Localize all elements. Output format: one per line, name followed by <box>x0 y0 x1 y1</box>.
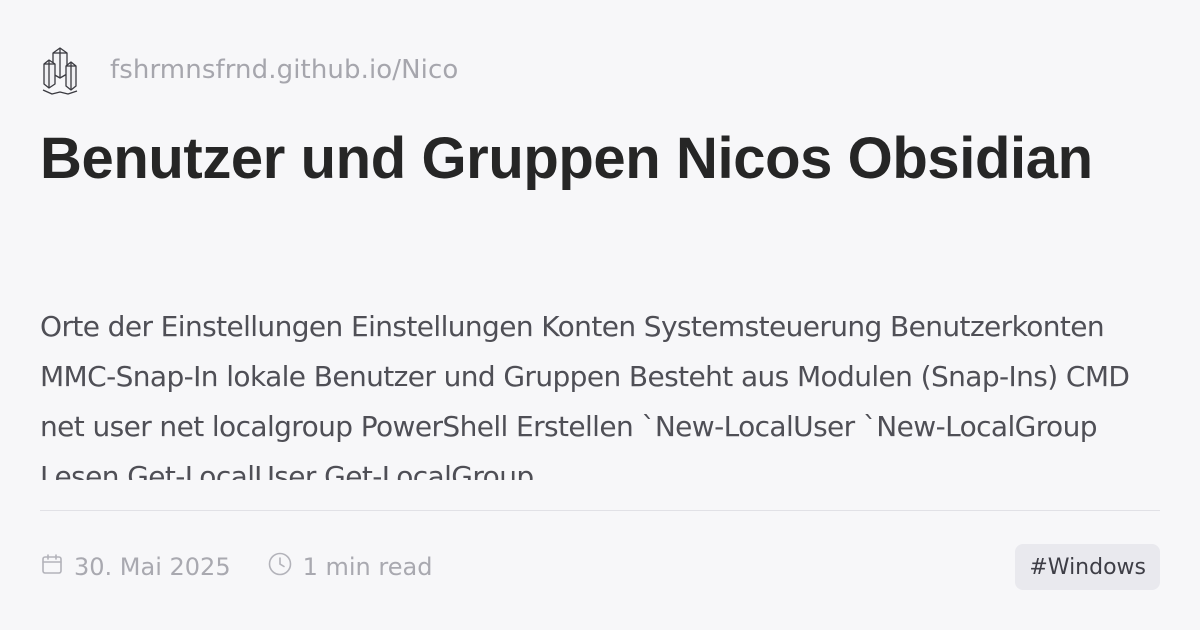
og-card: fshrmnsfrnd.github.io/Nico Benutzer und … <box>0 0 1200 630</box>
post-date: 30. Mai 2025 <box>40 552 231 582</box>
calendar-icon <box>40 552 74 582</box>
read-time: 1 min read <box>267 551 433 583</box>
site-url[interactable]: fshrmnsfrnd.github.io/Nico <box>110 55 458 85</box>
excerpt-container: Orte der Einstellungen Einstellungen Kon… <box>40 302 1160 480</box>
meta-row: 30. Mai 2025 1 min read #Windows <box>40 544 1160 590</box>
site-header: fshrmnsfrnd.github.io/Nico <box>40 40 1160 100</box>
crystal-icon <box>40 40 80 100</box>
tag-windows[interactable]: #Windows <box>1015 544 1160 590</box>
divider <box>40 510 1160 511</box>
post-excerpt: Orte der Einstellungen Einstellungen Kon… <box>40 310 1130 480</box>
clock-icon <box>267 551 303 583</box>
page-title: Benutzer und Gruppen Nicos Obsidian <box>40 126 1093 191</box>
read-time-text: 1 min read <box>302 553 433 581</box>
post-date-text: 30. Mai 2025 <box>74 553 231 581</box>
